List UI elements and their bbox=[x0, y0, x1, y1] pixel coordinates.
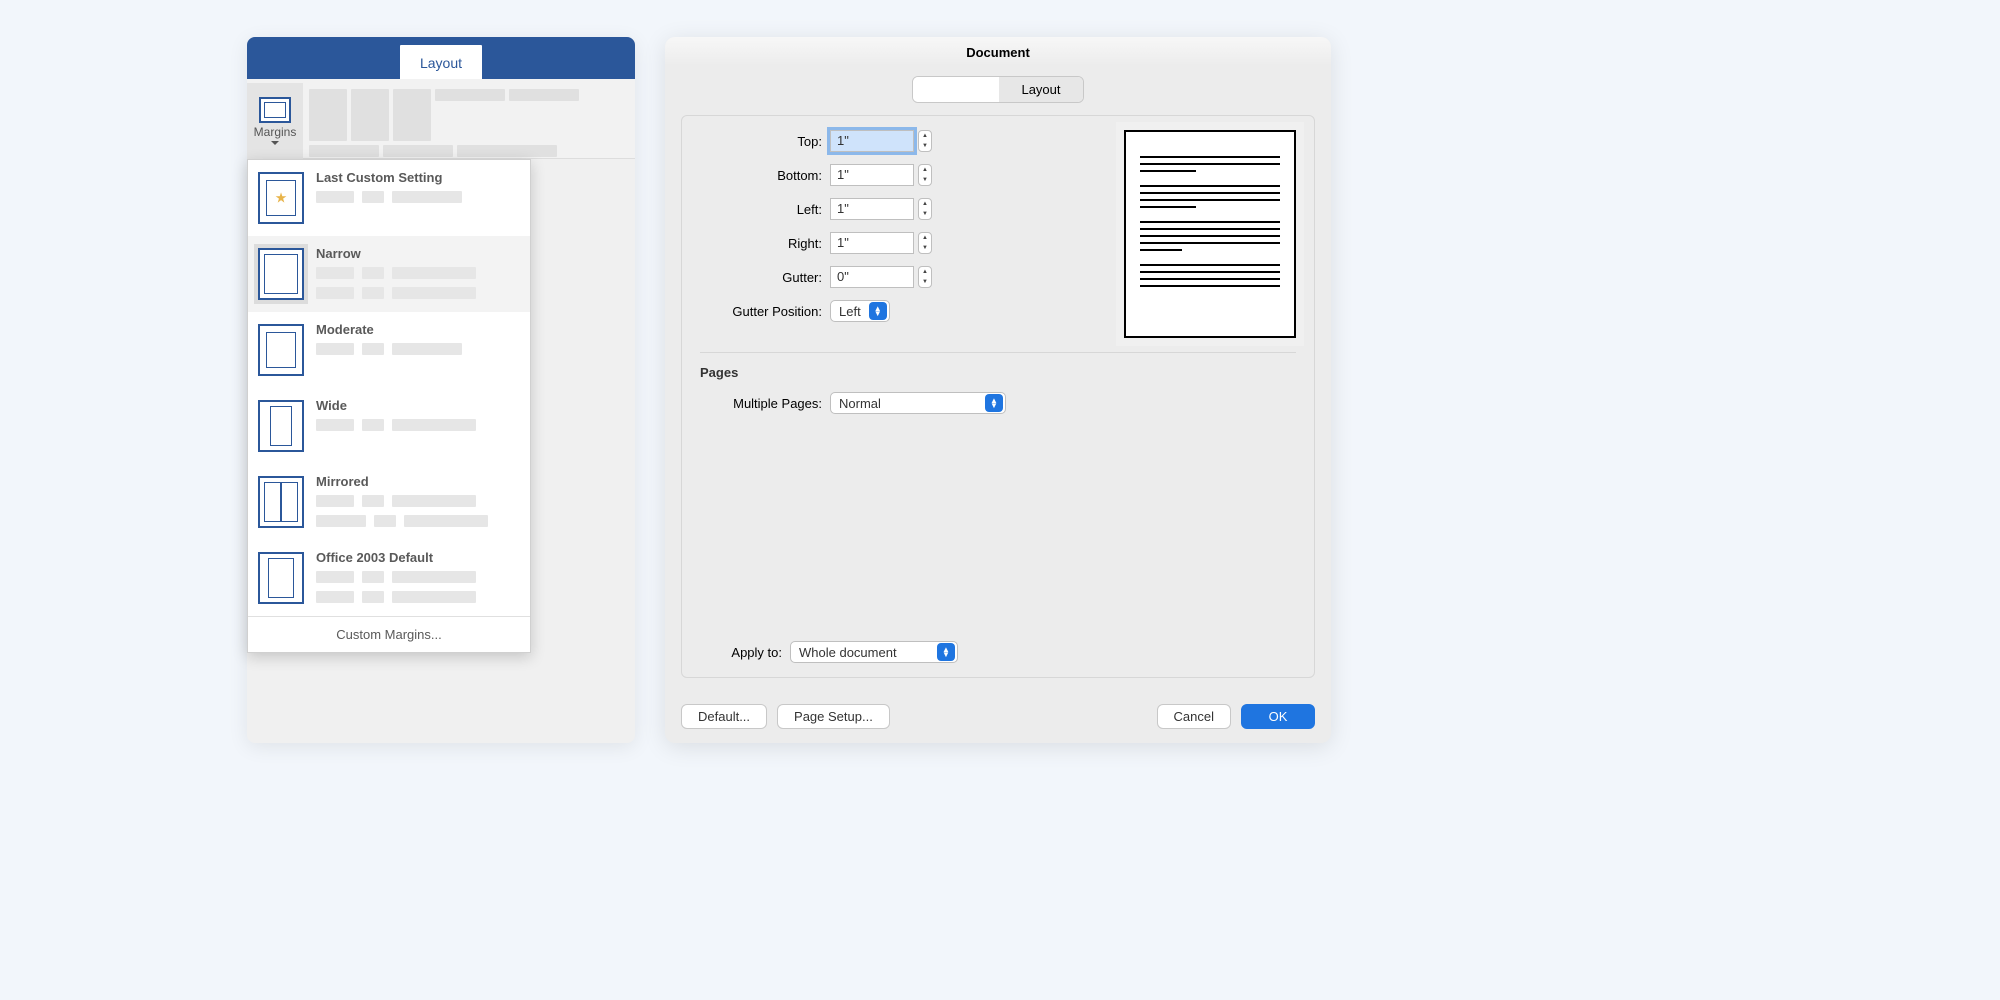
gutter-label: Gutter: bbox=[700, 270, 830, 285]
preset-title: Mirrored bbox=[316, 474, 520, 489]
preset-icon bbox=[258, 476, 304, 528]
margins-preset-office2003[interactable]: Office 2003 Default bbox=[248, 540, 530, 616]
right-input[interactable]: 1" bbox=[830, 232, 914, 254]
margins-button-label: Margins bbox=[254, 125, 297, 139]
dialog-button-row: Default... Page Setup... Cancel OK bbox=[665, 692, 1331, 743]
preset-icon bbox=[258, 324, 304, 376]
tab-layout[interactable]: Layout bbox=[400, 45, 482, 79]
margins-preset-narrow[interactable]: Narrow bbox=[248, 236, 530, 312]
pages-heading: Pages bbox=[700, 352, 1296, 380]
gutter-position-select[interactable]: Left ▲▼ bbox=[830, 300, 890, 322]
bottom-input[interactable]: 1" bbox=[830, 164, 914, 186]
document-dialog: Document Layout Top: 1" ▲▼ Bottom: 1" ▲▼ bbox=[665, 37, 1331, 743]
preset-title: Office 2003 Default bbox=[316, 550, 520, 565]
preset-title: Wide bbox=[316, 398, 520, 413]
ribbon-panel: Layout Margins Last Custom Setting bbox=[247, 37, 635, 743]
page-setup-button[interactable]: Page Setup... bbox=[777, 704, 890, 729]
right-stepper[interactable]: ▲▼ bbox=[918, 232, 932, 254]
segmented-tab-layout[interactable]: Layout bbox=[999, 77, 1082, 102]
margins-preset-wide[interactable]: Wide bbox=[248, 388, 530, 464]
apply-to-select[interactable]: Whole document ▲▼ bbox=[790, 641, 958, 663]
preset-icon bbox=[258, 248, 304, 300]
top-input[interactable]: 1" bbox=[830, 130, 914, 152]
select-arrow-icon: ▲▼ bbox=[985, 394, 1003, 412]
preset-title: Moderate bbox=[316, 322, 520, 337]
bottom-label: Bottom: bbox=[700, 168, 830, 183]
left-label: Left: bbox=[700, 202, 830, 217]
preset-title: Narrow bbox=[316, 246, 520, 261]
ok-button[interactable]: OK bbox=[1241, 704, 1315, 729]
multiple-pages-value: Normal bbox=[839, 396, 977, 411]
margins-preset-moderate[interactable]: Moderate bbox=[248, 312, 530, 388]
preset-icon bbox=[258, 552, 304, 604]
page-preview bbox=[1124, 130, 1296, 338]
margins-dropdown: Last Custom Setting Narrow bbox=[247, 159, 531, 653]
select-arrow-icon: ▲▼ bbox=[869, 302, 887, 320]
ribbon-body: Margins bbox=[247, 79, 635, 159]
chevron-down-icon bbox=[271, 141, 279, 145]
default-button[interactable]: Default... bbox=[681, 704, 767, 729]
margins-preset-mirrored[interactable]: Mirrored bbox=[248, 464, 530, 540]
apply-to-value: Whole document bbox=[799, 645, 929, 660]
ribbon-header: Layout bbox=[247, 37, 635, 79]
gutter-stepper[interactable]: ▲▼ bbox=[918, 266, 932, 288]
margins-button[interactable]: Margins bbox=[247, 83, 303, 159]
top-stepper[interactable]: ▲▼ bbox=[918, 130, 932, 152]
left-input[interactable]: 1" bbox=[830, 198, 914, 220]
apply-to-label: Apply to: bbox=[700, 645, 790, 660]
multiple-pages-select[interactable]: Normal ▲▼ bbox=[830, 392, 1006, 414]
top-label: Top: bbox=[700, 134, 830, 149]
cancel-button[interactable]: Cancel bbox=[1157, 704, 1231, 729]
left-stepper[interactable]: ▲▼ bbox=[918, 198, 932, 220]
preset-icon bbox=[258, 400, 304, 452]
custom-margins-link[interactable]: Custom Margins... bbox=[248, 616, 530, 652]
right-label: Right: bbox=[700, 236, 830, 251]
preset-title: Last Custom Setting bbox=[316, 170, 520, 185]
margins-preset-last-custom[interactable]: Last Custom Setting bbox=[248, 160, 530, 236]
ribbon-ghost-controls bbox=[303, 83, 623, 163]
gutter-position-value: Left bbox=[839, 304, 861, 319]
multiple-pages-label: Multiple Pages: bbox=[700, 396, 830, 411]
gutter-position-label: Gutter Position: bbox=[700, 304, 830, 319]
dialog-title: Document bbox=[665, 37, 1331, 66]
segmented-tab-margins[interactable] bbox=[913, 77, 999, 102]
select-arrow-icon: ▲▼ bbox=[937, 643, 955, 661]
segmented-control: Layout bbox=[912, 76, 1083, 103]
margins-icon bbox=[259, 97, 291, 123]
bottom-stepper[interactable]: ▲▼ bbox=[918, 164, 932, 186]
preset-icon-star bbox=[258, 172, 304, 224]
gutter-input[interactable]: 0" bbox=[830, 266, 914, 288]
